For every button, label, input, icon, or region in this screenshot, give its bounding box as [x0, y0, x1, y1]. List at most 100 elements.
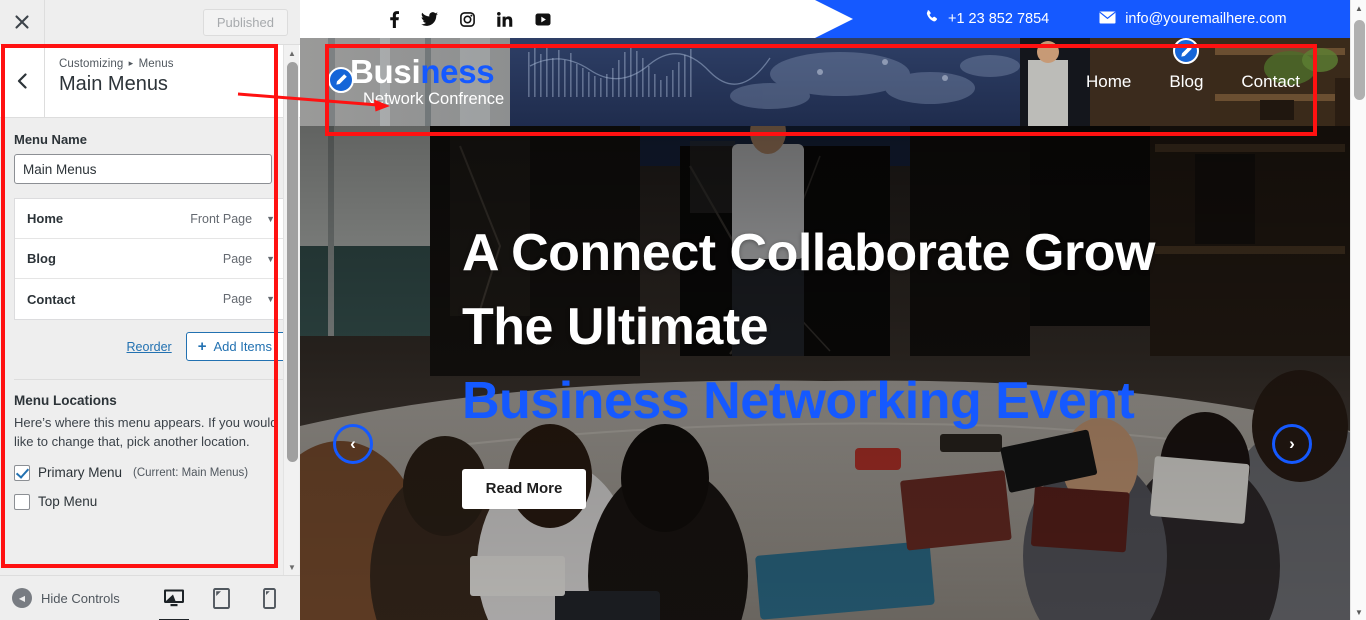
carousel-next-chevron-right-icon[interactable]: › — [1272, 424, 1312, 464]
menu-item-blog[interactable]: Blog Page ▼ — [15, 239, 285, 279]
browser-scrollbar-thumb[interactable] — [1354, 20, 1365, 100]
publish-area: Published — [45, 8, 300, 36]
envelope-icon — [1099, 11, 1116, 28]
email-item[interactable]: info@youremailhere.com — [1099, 11, 1287, 28]
menu-item-type: Front Page — [190, 211, 253, 226]
browser-scrollbar[interactable]: ▲ ▼ — [1350, 0, 1366, 620]
topbar-contact-bar: +1 23 852 7854 info@youremailhere.com — [815, 0, 1350, 38]
mobile-icon[interactable] — [258, 585, 282, 611]
linkedin-icon[interactable] — [497, 11, 513, 27]
breadcrumb-current: Menus — [138, 58, 174, 70]
device-preview-buttons — [158, 585, 282, 620]
menu-locations-description: Here’s where this menu appears. If you w… — [14, 415, 278, 449]
chevron-down-icon[interactable]: ▼ — [266, 214, 275, 224]
menu-item-type: Page — [222, 251, 253, 266]
brand-title: Business — [350, 52, 504, 90]
sidebar-scrollbar[interactable]: ▲ ▼ — [283, 45, 299, 575]
brand-tagline: Network Confrence — [363, 90, 505, 109]
customizer-panel-body: Customizing ▸ Menus Main Menus Menu Name… — [0, 45, 300, 575]
nav-pencil-edit-icon[interactable] — [1173, 38, 1200, 64]
read-more-button[interactable]: Read More — [462, 468, 586, 509]
instagram-icon[interactable] — [460, 11, 475, 27]
customizer-topbar: Published — [0, 0, 300, 45]
plus-icon: + — [197, 338, 207, 355]
primary-menu-checkbox[interactable] — [14, 464, 30, 481]
hero-headline-line2: The Ultimate — [462, 298, 769, 357]
site-header: Business Network Confrence Home Blog Con… — [300, 38, 1350, 126]
youtube-icon[interactable] — [535, 12, 551, 27]
scroll-up-arrow-icon[interactable]: ▲ — [1351, 0, 1366, 16]
logo-pencil-edit-icon[interactable] — [328, 66, 354, 93]
phone-number: +1 23 852 7854 — [948, 11, 1050, 27]
site-logo[interactable]: Business Network Confrence — [328, 52, 505, 110]
breadcrumb-root: Customizing — [59, 58, 124, 70]
scroll-down-arrow-icon[interactable]: ▼ — [1351, 604, 1366, 620]
add-items-button[interactable]: + Add Items — [185, 332, 286, 361]
desktop-icon[interactable] — [158, 585, 189, 620]
add-items-label: Add Items — [213, 339, 272, 354]
menu-items-list: Home Front Page ▼ Blog Page ▼ Contact Pa… — [14, 198, 286, 320]
menu-item-label: Home — [27, 211, 64, 226]
divider — [14, 379, 286, 380]
brand-texts: Business Network Confrence — [350, 52, 505, 110]
menu-item-type: Page — [222, 292, 253, 306]
menu-locations-title: Menu Locations — [14, 393, 117, 408]
panel-header-text: Customizing ▸ Menus Main Menus — [45, 45, 174, 117]
location-row-top-menu[interactable]: Top Menu — [14, 493, 286, 510]
breadcrumb: Customizing ▸ Menus — [59, 58, 174, 70]
menu-name-label: Menu Name — [14, 132, 87, 147]
scroll-down-arrow-icon[interactable]: ▼ — [284, 559, 300, 575]
hero-slider: A Connect Collaborate Grow The Ultimate … — [300, 126, 1350, 620]
menu-item-label: Blog — [27, 251, 56, 266]
hero-content: A Connect Collaborate Grow The Ultimate … — [300, 126, 1350, 620]
phone-item[interactable]: +1 23 852 7854 — [925, 10, 1049, 28]
twitter-icon[interactable] — [421, 11, 438, 27]
hide-controls-button[interactable]: ◀ Hide Controls — [12, 588, 120, 608]
reorder-link[interactable]: Reorder — [127, 340, 172, 354]
top-menu-checkbox[interactable] — [14, 493, 30, 510]
panel-content: Menu Name Home Front Page ▼ Blog Page ▼ … — [0, 118, 300, 510]
hero-headline-line3: Business Networking Event — [462, 371, 1135, 430]
sidebar-scrollbar-thumb[interactable] — [287, 62, 298, 462]
nav-link-contact[interactable]: Contact — [1241, 72, 1300, 92]
menu-item-contact[interactable]: Contact Page ▼ — [15, 279, 285, 319]
location-label: Top Menu — [38, 494, 98, 510]
panel-header: Customizing ▸ Menus Main Menus — [0, 45, 300, 118]
nav-link-blog-label: Blog — [1169, 72, 1204, 91]
primary-navigation: Home Blog Contact — [1086, 38, 1300, 92]
customizer-sidebar: Published Customizing ▸ Menus Main Menus — [0, 0, 300, 620]
tablet-icon[interactable] — [210, 585, 234, 611]
carousel-prev-chevron-left-icon[interactable]: ‹ — [333, 424, 373, 464]
location-label: Primary Menu — [38, 465, 123, 481]
facebook-icon[interactable] — [390, 10, 399, 28]
customizer-footer: ◀ Hide Controls — [0, 575, 300, 620]
location-row-primary-menu[interactable]: Primary Menu (Current: Main Menus) — [14, 464, 286, 481]
menu-item-label: Contact — [27, 291, 76, 307]
customizer-screen: Published Customizing ▸ Menus Main Menus — [0, 0, 1366, 620]
site-topbar: +1 23 852 7854 info@youremailhere.com — [300, 0, 1350, 38]
menu-name-input[interactable] — [14, 154, 272, 184]
hero-headline-line1: A Connect Collaborate Grow — [462, 224, 1155, 283]
phone-icon — [925, 10, 939, 28]
nav-link-blog[interactable]: Blog — [1169, 38, 1204, 92]
social-links — [300, 10, 551, 28]
menu-item-home[interactable]: Home Front Page ▼ — [15, 199, 285, 239]
chevron-down-icon[interactable]: ▼ — [266, 294, 275, 304]
breadcrumb-separator-icon: ▸ — [128, 58, 134, 68]
brand-title-part1: Busi — [350, 52, 421, 90]
site-preview: +1 23 852 7854 info@youremailhere.com Bu… — [300, 0, 1350, 620]
menu-actions: Reorder + Add Items — [14, 332, 286, 361]
close-x-icon[interactable] — [0, 0, 45, 45]
contact-info: +1 23 852 7854 info@youremailhere.com — [815, 10, 1287, 28]
nav-link-home[interactable]: Home — [1086, 72, 1131, 92]
chevron-down-icon[interactable]: ▼ — [266, 254, 275, 264]
back-chevron-left-icon[interactable] — [0, 45, 45, 117]
hide-controls-label: Hide Controls — [41, 590, 120, 606]
email-address: info@youremailhere.com — [1125, 11, 1287, 27]
page-title: Main Menus — [59, 73, 168, 95]
collapse-arrow-icon: ◀ — [12, 588, 32, 608]
publish-button[interactable]: Published — [202, 8, 288, 36]
scroll-up-arrow-icon[interactable]: ▲ — [284, 45, 300, 61]
brand-title-part2: ness — [420, 52, 495, 90]
location-current: (Current: Main Menus) — [133, 466, 249, 479]
